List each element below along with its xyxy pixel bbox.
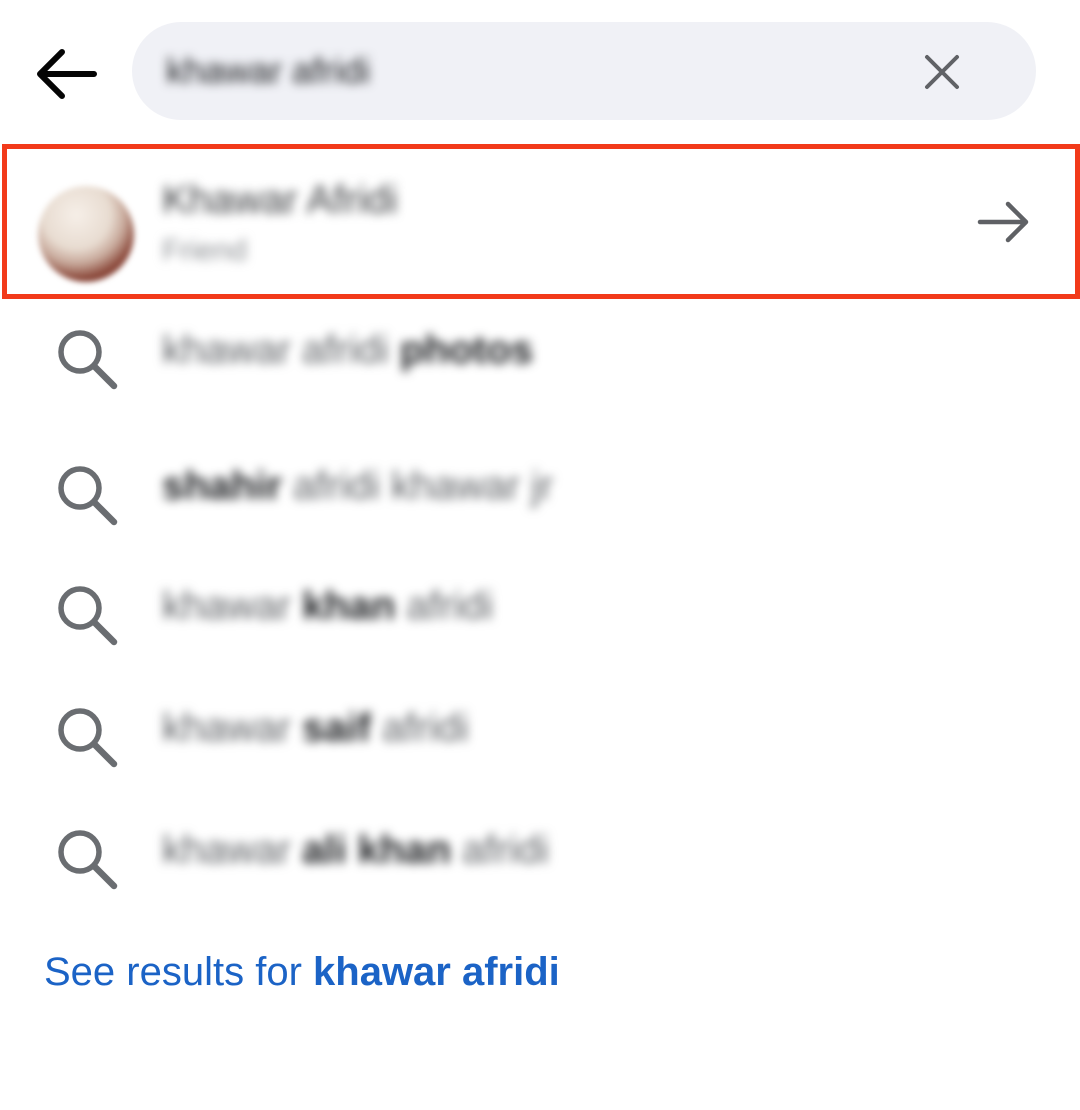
suggestion-label: khawar saif afridi — [162, 706, 469, 750]
suggestion-item[interactable]: shahir afridi khawar jr — [0, 430, 1080, 550]
clear-search-button[interactable] — [922, 52, 962, 92]
search-icon — [58, 330, 118, 390]
suggestion-item[interactable]: khawar ali khan afridi — [0, 794, 1080, 914]
suggestion-label: khawar afridi photos — [162, 328, 534, 372]
see-results-link[interactable]: See results for khawar afridi — [44, 950, 560, 995]
search-icon — [58, 466, 118, 526]
suggestion-label: khawar ali khan afridi — [162, 828, 549, 872]
see-results-query: khawar afridi — [313, 950, 560, 994]
search-header — [0, 0, 1080, 140]
search-icon — [58, 586, 118, 646]
friend-subtitle: Friend — [162, 234, 248, 267]
suggestion-label: khawar khan afridi — [162, 584, 494, 628]
search-icon — [58, 708, 118, 768]
back-button[interactable] — [32, 44, 98, 104]
see-results-label: See results for — [44, 950, 302, 994]
arrow-right-icon — [977, 201, 1029, 243]
search-input[interactable] — [166, 47, 906, 95]
search-icon — [58, 830, 118, 890]
close-icon — [925, 55, 959, 89]
search-box — [132, 22, 1036, 120]
avatar — [38, 186, 134, 282]
friend-result-row[interactable]: Khawar Afridi Friend — [0, 148, 1080, 296]
suggestion-label: shahir afridi khawar jr — [162, 464, 554, 508]
back-arrow-icon — [37, 49, 97, 99]
suggestion-item[interactable]: khawar saif afridi — [0, 672, 1080, 792]
friend-name: Khawar Afridi — [162, 178, 398, 222]
suggestion-item[interactable]: khawar afridi photos — [0, 294, 1080, 414]
suggestion-item[interactable]: khawar khan afridi — [0, 550, 1080, 670]
